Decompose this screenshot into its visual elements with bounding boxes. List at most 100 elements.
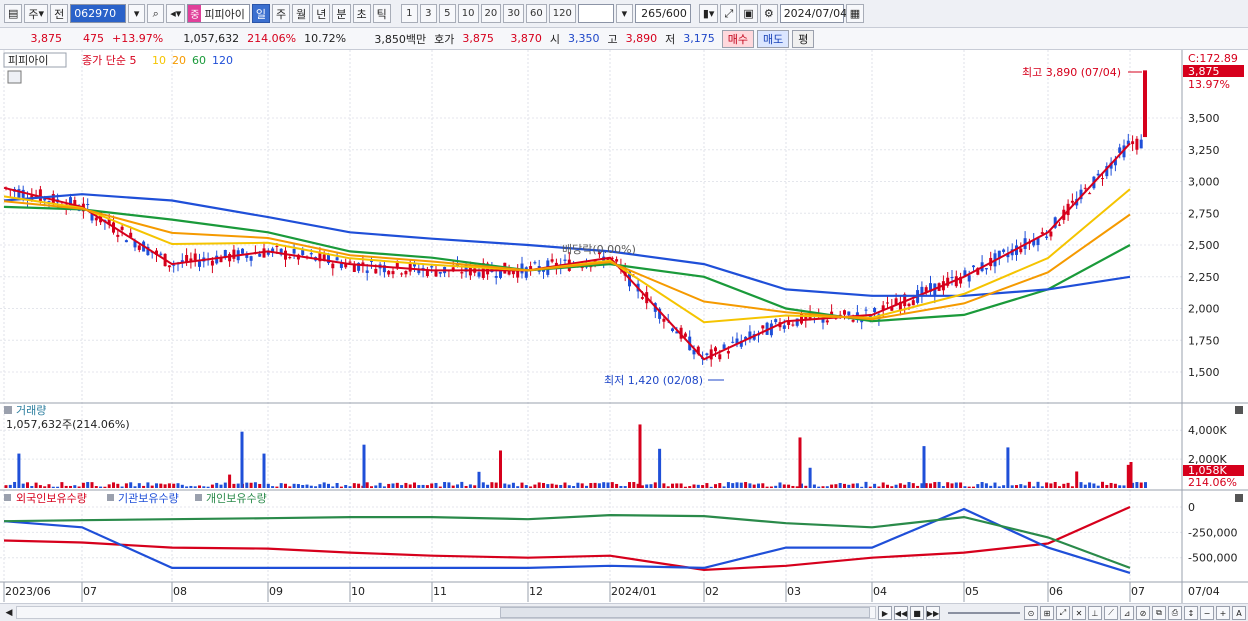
scroll-left-icon[interactable]: ◀ xyxy=(2,605,16,620)
zoom-reset-icon[interactable]: ⊙ xyxy=(1024,606,1038,620)
cross-icon[interactable]: ✕ xyxy=(1072,606,1086,620)
interval-1[interactable]: 1 xyxy=(400,4,418,23)
trend-icon[interactable]: ⟋ xyxy=(1104,606,1118,620)
date-input[interactable]: 2024/07/04 xyxy=(779,4,847,23)
print-icon[interactable]: ⎙ xyxy=(1168,606,1182,620)
candle-type-icon[interactable]: ▮▾ xyxy=(698,4,719,23)
volume-bar xyxy=(499,450,502,488)
volume-bar xyxy=(352,483,356,488)
volume-bar xyxy=(868,486,872,488)
sell-button[interactable]: 매도 xyxy=(756,29,790,48)
interval-5[interactable]: 5 xyxy=(438,4,456,23)
period-week[interactable]: 주 xyxy=(272,4,291,23)
volume-bar xyxy=(249,482,253,488)
code-dropdown-icon[interactable]: ▾ xyxy=(128,4,146,23)
volume-value: 1,057,632 xyxy=(183,32,240,45)
volume-bar xyxy=(172,483,176,488)
zoom-fit-icon[interactable]: ⊞ xyxy=(1040,606,1054,620)
stock-name-box[interactable]: 중 피피아이 xyxy=(187,4,250,23)
calculator-icon[interactable] xyxy=(7,70,22,84)
scroll-right-icon[interactable]: ▶ xyxy=(878,606,892,620)
candle-body xyxy=(193,253,197,261)
layout-icon[interactable]: ▤ xyxy=(4,4,23,23)
candle-body xyxy=(550,259,554,262)
zoom-in-icon[interactable]: + xyxy=(1216,606,1230,620)
bottom-scrollbar[interactable]: ◀ ▶ ◀◀ ■ ▶▶ ⊙ ⊞ ⤢ ✕ ⊥ ⟋ ⊿ ⊘ ⧉ ⎙ ↕ − + A xyxy=(0,603,1248,621)
interval-120[interactable]: 120 xyxy=(548,4,576,23)
interval-10[interactable]: 10 xyxy=(457,4,479,23)
candle-body xyxy=(215,255,219,264)
volume-bar xyxy=(318,484,322,488)
price-tick-label: 3,250 xyxy=(1188,144,1220,157)
speaker-icon[interactable]: ◂▾ xyxy=(166,4,186,23)
candle-body xyxy=(275,245,279,247)
tools-icon[interactable]: ⤢ xyxy=(720,4,738,23)
volume-bar xyxy=(658,448,662,488)
axis-icon[interactable]: ⊥ xyxy=(1088,606,1102,620)
evaluate-button[interactable]: 평 xyxy=(792,29,815,48)
volume-panel-close-icon[interactable] xyxy=(1235,406,1243,414)
chart-area[interactable]: 피피아이 종가 단순 5 10 20 60 120 3,500 3,250 3,00… xyxy=(0,50,1248,603)
volume-bar xyxy=(77,486,81,488)
period-second[interactable]: 초 xyxy=(352,4,371,23)
count-input[interactable]: 265/600 xyxy=(634,4,691,23)
chart-svg[interactable]: 피피아이 종가 단순 5 10 20 60 120 3,5003,2503,00… xyxy=(0,50,1248,603)
font-size-icon[interactable]: A xyxy=(1232,606,1246,620)
volume-bar xyxy=(812,484,816,488)
volume-bar xyxy=(107,484,111,488)
interval-30[interactable]: 30 xyxy=(503,4,524,23)
search-icon[interactable]: ⌕ xyxy=(147,4,165,23)
candle-body xyxy=(94,217,98,221)
volume-bar xyxy=(185,486,189,488)
text-tool-icon[interactable]: ⊘ xyxy=(1136,606,1150,620)
volume-bar xyxy=(757,483,760,488)
stop-icon[interactable]: ■ xyxy=(910,606,924,620)
interval-60[interactable]: 60 xyxy=(526,4,547,23)
prev-button[interactable]: 전 xyxy=(50,4,69,23)
period-day[interactable]: 일 xyxy=(251,4,271,23)
buy-button[interactable]: 매수 xyxy=(721,29,754,48)
period-year[interactable]: 년 xyxy=(312,4,331,23)
rewind-icon[interactable]: ◀◀ xyxy=(894,606,908,620)
code-input[interactable]: 062970 xyxy=(70,4,127,23)
forward-icon[interactable]: ▶▶ xyxy=(926,606,940,620)
candle-body xyxy=(232,249,236,259)
volume-bar xyxy=(421,484,425,488)
interval-20[interactable]: 20 xyxy=(480,4,502,23)
interval-3[interactable]: 3 xyxy=(419,4,437,23)
volume-bar xyxy=(1126,464,1130,488)
volume-bar xyxy=(1105,484,1109,488)
volume-bar xyxy=(73,485,77,488)
market-tag: 중 xyxy=(188,5,202,22)
copy-icon[interactable]: ⧉ xyxy=(1152,606,1166,620)
candle-body xyxy=(116,234,120,237)
legend-foreign: 외국인보유수량 xyxy=(16,492,87,505)
low-annotation: 최저 1,420 (02/08) xyxy=(604,374,703,387)
zoom-slider[interactable] xyxy=(948,612,1020,614)
collapse-icon[interactable]: ↕ xyxy=(1184,606,1198,620)
candle-body xyxy=(714,347,717,352)
calendar-icon[interactable]: ▦ xyxy=(845,4,865,23)
period-tick[interactable]: 틱 xyxy=(372,4,391,23)
volume-bar xyxy=(653,482,657,488)
volume-bar xyxy=(357,483,361,488)
save-icon[interactable]: ▣ xyxy=(739,4,758,23)
pan-icon[interactable]: ⤢ xyxy=(1056,606,1070,620)
volume-bar xyxy=(808,467,812,488)
holding-panel-close-icon[interactable] xyxy=(1235,494,1243,502)
market-select[interactable]: 주 ▾ xyxy=(24,4,49,23)
zoom-out-icon[interactable]: − xyxy=(1200,606,1214,620)
measure-icon[interactable]: ⊿ xyxy=(1120,606,1134,620)
volume-bar xyxy=(744,482,748,488)
interval-dropdown-icon[interactable]: ▾ xyxy=(615,4,633,23)
custom-interval-input[interactable] xyxy=(577,4,614,23)
volume-bar xyxy=(585,485,588,488)
period-minute[interactable]: 분 xyxy=(332,4,351,23)
volume-bar xyxy=(339,486,343,488)
volume-bar xyxy=(838,482,842,488)
gear-icon[interactable]: ⚙ xyxy=(759,4,778,23)
period-month[interactable]: 월 xyxy=(292,4,311,23)
candle-body xyxy=(1101,178,1104,180)
scroll-thumb[interactable] xyxy=(500,607,870,618)
candle-body xyxy=(120,226,124,230)
